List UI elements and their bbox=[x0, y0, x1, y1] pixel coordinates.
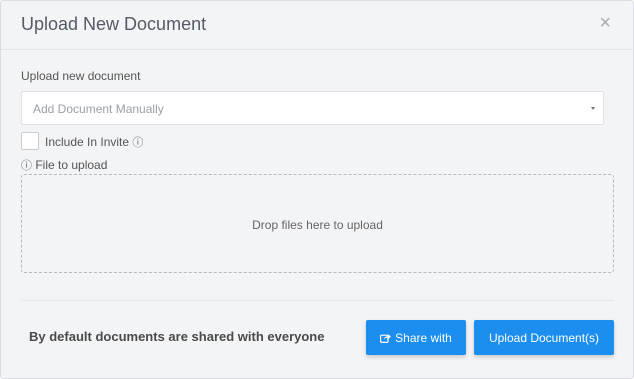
footer-divider bbox=[21, 300, 614, 301]
file-dropzone[interactable]: Drop files here to upload bbox=[21, 174, 614, 273]
close-icon[interactable]: × bbox=[599, 12, 611, 34]
upload-documents-button[interactable]: Upload Document(s) bbox=[474, 320, 614, 355]
sharing-default-note: By default documents are shared with eve… bbox=[29, 329, 325, 344]
share-with-label: Share with bbox=[395, 330, 452, 345]
include-in-invite-checkbox[interactable] bbox=[21, 132, 39, 150]
upload-documents-label: Upload Document(s) bbox=[488, 330, 600, 345]
caret-down-icon bbox=[591, 107, 595, 110]
modal-title: Upload New Document bbox=[21, 14, 207, 34]
share-with-button[interactable]: Share with bbox=[366, 320, 466, 355]
share-icon bbox=[380, 333, 391, 343]
upload-document-modal: Upload New Document × Upload new documen… bbox=[0, 0, 634, 379]
info-icon[interactable]: ⓘ bbox=[21, 160, 32, 172]
file-to-upload-label: File to upload bbox=[35, 158, 108, 172]
include-in-invite-label: Include In Invite bbox=[45, 135, 130, 149]
modal-header: Upload New Document × bbox=[1, 1, 633, 50]
upload-new-document-label: Upload new document bbox=[21, 69, 141, 83]
info-icon[interactable]: ⓘ bbox=[132, 137, 143, 149]
document-type-select[interactable]: Add Document Manually bbox=[21, 91, 604, 125]
document-type-selected-value: Add Document Manually bbox=[33, 102, 164, 116]
dropzone-text: Drop files here to upload bbox=[252, 218, 383, 232]
